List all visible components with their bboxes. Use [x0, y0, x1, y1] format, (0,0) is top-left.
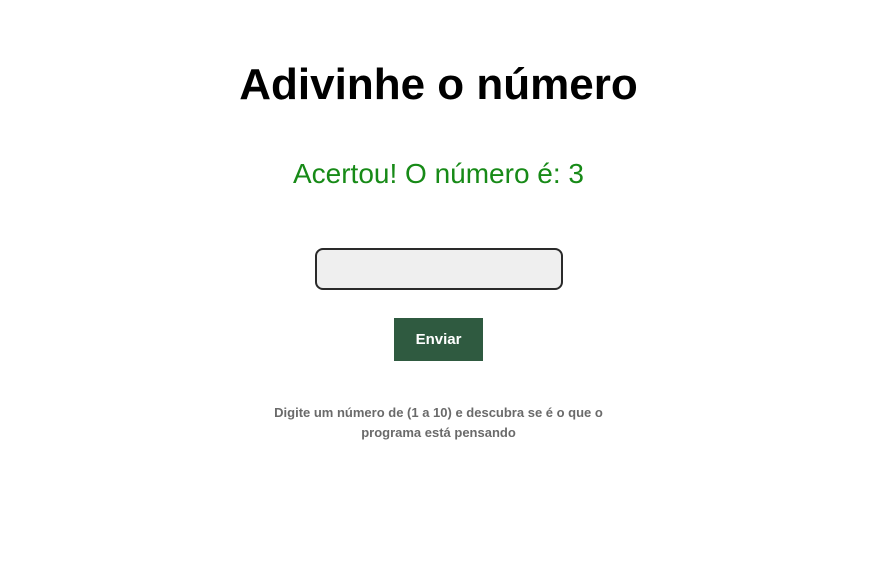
guess-input[interactable] [315, 248, 563, 290]
instructions-text: Digite um número de (1 a 10) e descubra … [259, 403, 619, 442]
result-message: Acertou! O número é: 3 [293, 158, 584, 190]
submit-button[interactable]: Enviar [394, 318, 484, 361]
page-title: Adivinhe o número [239, 60, 637, 110]
